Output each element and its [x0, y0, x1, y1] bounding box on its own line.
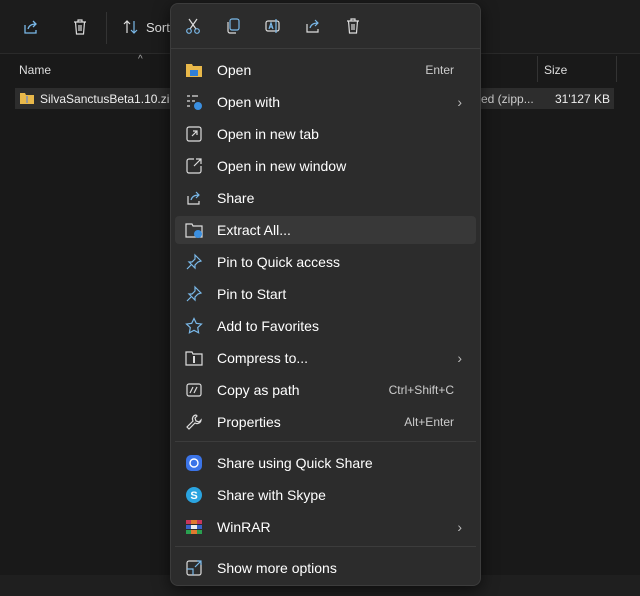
zip-folder-icon: [20, 93, 34, 104]
menu-divider: [175, 546, 476, 547]
share-icon: [306, 19, 319, 33]
column-name[interactable]: Name: [19, 63, 51, 77]
sort-ascending-icon: ^: [138, 54, 143, 65]
menu-item-extract-all[interactable]: Extract All...: [175, 216, 476, 244]
menu-item-label: Copy as path: [217, 382, 300, 398]
open-with-icon: [185, 93, 203, 111]
shortcut-label: Enter: [425, 63, 454, 77]
copy-path-icon: [185, 381, 203, 399]
menu-item-copy-as-path[interactable]: Copy as path Ctrl+Shift+C: [175, 376, 476, 404]
menu-item-label: WinRAR: [217, 519, 271, 535]
file-name: SilvaSanctusBeta1.10.zip: [40, 92, 177, 106]
menu-item-share-using-quick-share[interactable]: Share using Quick Share: [175, 449, 476, 477]
menu-item-add-to-favorites[interactable]: Add to Favorites: [175, 312, 476, 340]
menu-item-label: Open with: [217, 94, 281, 110]
compress-icon: [185, 349, 203, 367]
menu-item-compress-to[interactable]: Compress to... ›: [175, 344, 476, 372]
star-icon: [185, 317, 203, 335]
chevron-right-icon: ›: [457, 350, 462, 366]
column-divider[interactable]: [537, 56, 538, 82]
file-size: 31'127 KB: [554, 92, 610, 106]
cut-icon: [186, 18, 200, 34]
share-icon: [24, 20, 37, 34]
wrench-icon: [185, 413, 203, 431]
rename-icon: [265, 19, 280, 33]
shortcut-label: Alt+Enter: [404, 415, 454, 429]
rename-button[interactable]: [261, 14, 285, 38]
menu-item-label: Pin to Quick access: [217, 254, 340, 270]
trash-icon: [347, 18, 359, 34]
chevron-right-icon: ›: [457, 519, 462, 535]
menu-item-winrar[interactable]: WinRAR ›: [175, 513, 476, 541]
delete-button[interactable]: [341, 14, 365, 38]
quick-share-icon: [185, 454, 203, 472]
new-tab-icon: [185, 125, 203, 143]
menu-item-label: Share: [217, 190, 255, 206]
copy-icon: [227, 18, 240, 34]
menu-item-label: Compress to...: [217, 350, 309, 366]
menu-item-label: Open in new window: [217, 158, 347, 174]
menu-item-open-with[interactable]: Open with ›: [175, 88, 476, 116]
share-button[interactable]: [22, 14, 40, 40]
menu-item-open-in-new-tab[interactable]: Open in new tab: [175, 120, 476, 148]
menu-item-pin-to-quick-access[interactable]: Pin to Quick access: [175, 248, 476, 276]
sort-icon: [123, 20, 138, 34]
share-icon: [185, 189, 203, 207]
shortcut-label: Ctrl+Shift+C: [388, 383, 454, 397]
column-divider[interactable]: [616, 56, 617, 82]
menu-item-label: Share with Skype: [217, 487, 326, 503]
menu-item-label: Add to Favorites: [217, 318, 319, 334]
copy-button[interactable]: [221, 14, 245, 38]
menu-item-share[interactable]: Share: [175, 184, 476, 212]
sort-button[interactable]: Sort: [122, 14, 170, 40]
column-size[interactable]: Size: [544, 63, 567, 77]
new-window-icon: [185, 157, 203, 175]
menu-item-label: Extract All...: [217, 222, 291, 238]
cut-button[interactable]: [181, 14, 205, 38]
menu-item-open[interactable]: Open Enter: [175, 56, 476, 84]
file-type: ed (zipp...: [481, 92, 534, 106]
menu-item-share-with-skype[interactable]: S Share with Skype: [175, 481, 476, 509]
extract-icon: [185, 221, 203, 239]
chevron-right-icon: ›: [457, 94, 462, 110]
menu-item-label: Properties: [217, 414, 281, 430]
skype-icon: S: [185, 486, 203, 504]
pin-icon: [185, 253, 203, 271]
more-options-icon: [185, 559, 203, 577]
menu-item-label: Show more options: [217, 560, 337, 576]
sort-label: Sort: [146, 19, 170, 35]
quick-actions: [171, 4, 480, 49]
winrar-icon: [185, 518, 203, 536]
toolbar-divider: [106, 12, 107, 44]
menu-item-show-more-options[interactable]: Show more options: [175, 554, 476, 582]
svg-text:S: S: [190, 490, 197, 502]
menu-item-properties[interactable]: Properties Alt+Enter: [175, 408, 476, 436]
menu-item-label: Open: [217, 62, 252, 78]
context-menu: Open Enter Open with › Open in new tab Open i…: [170, 3, 481, 586]
share-button[interactable]: [301, 14, 325, 38]
menu-divider: [175, 441, 476, 442]
menu-item-label: Open in new tab: [217, 126, 319, 142]
folder-open-icon: [185, 61, 203, 79]
menu-item-label: Share using Quick Share: [217, 455, 373, 471]
pin-icon: [185, 285, 203, 303]
delete-button[interactable]: [71, 14, 89, 40]
menu-item-open-in-new-window[interactable]: Open in new window: [175, 152, 476, 180]
menu-item-pin-to-start[interactable]: Pin to Start: [175, 280, 476, 308]
trash-icon: [74, 19, 86, 35]
menu-item-label: Pin to Start: [217, 286, 287, 302]
